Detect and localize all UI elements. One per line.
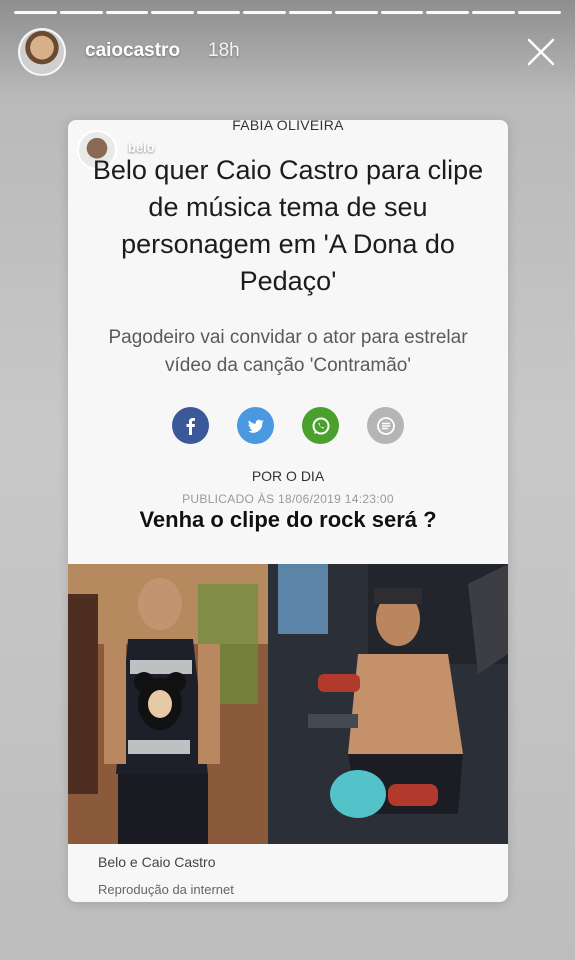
- progress-segment: [197, 11, 241, 14]
- post-time: 18h: [208, 40, 240, 61]
- close-icon: [527, 38, 555, 66]
- photo-credit: Reprodução da internet: [98, 882, 234, 897]
- facebook-icon: [186, 417, 195, 435]
- progress-segment: [59, 11, 103, 14]
- avatar[interactable]: [18, 28, 66, 76]
- progress-segment: [380, 11, 424, 14]
- progress-segment: [426, 11, 470, 14]
- article-author: FABIA OLIVEIRA: [232, 120, 344, 132]
- article-byline: POR O DIA: [251, 468, 325, 484]
- progress-segment: [105, 11, 149, 14]
- photo-caption: Belo e Caio Castro: [98, 854, 216, 870]
- progress-segment: [334, 11, 378, 14]
- article-headline: Belo quer Caio Castro para clipe de músi…: [92, 155, 484, 296]
- username[interactable]: caiocastro: [85, 40, 180, 62]
- whatsapp-share-button[interactable]: [302, 407, 339, 444]
- article-card[interactable]: FABIA OLIVEIRA belo Belo quer Caio Castr…: [68, 120, 508, 902]
- comment-icon: [376, 416, 395, 435]
- progress-segment: [14, 11, 57, 14]
- story-text-overlay: Venha o clipe do rock será ?: [139, 507, 437, 532]
- progress-segment: [151, 11, 195, 14]
- share-buttons: [68, 407, 508, 444]
- progress-segment: [243, 11, 286, 14]
- story-header: caiocastro 18h: [18, 28, 557, 76]
- comment-share-button[interactable]: [367, 407, 404, 444]
- progress-segment: [288, 11, 332, 14]
- story-progress-bar: [14, 11, 561, 14]
- twitter-share-button[interactable]: [237, 407, 274, 444]
- close-button[interactable]: [525, 36, 557, 68]
- progress-segment: [472, 11, 516, 14]
- whatsapp-icon: [312, 417, 329, 434]
- article-photo: [68, 564, 508, 844]
- facebook-share-button[interactable]: [172, 407, 209, 444]
- photo-belo-and-caio: [68, 564, 508, 844]
- progress-segment: [518, 11, 561, 14]
- twitter-icon: [247, 419, 264, 433]
- article-subtitle: Pagodeiro vai convidar o ator para estre…: [108, 327, 468, 376]
